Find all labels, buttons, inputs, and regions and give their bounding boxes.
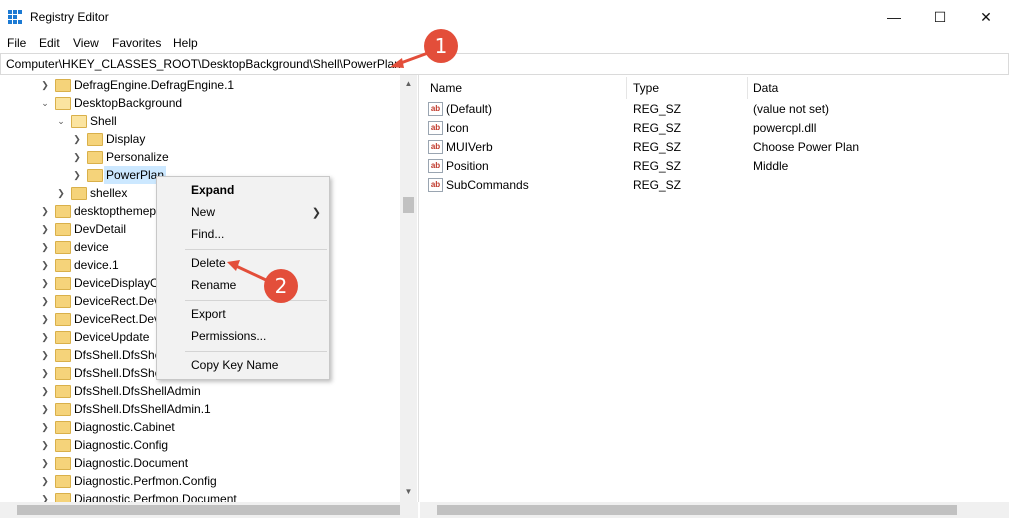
annotation-badge-1: 1 <box>424 29 458 63</box>
annotation-badge-2: 2 <box>264 269 298 303</box>
annotation-arrows <box>227 51 429 282</box>
annotation-arrow-2 <box>235 264 267 282</box>
arrow-head-icon <box>390 58 404 68</box>
